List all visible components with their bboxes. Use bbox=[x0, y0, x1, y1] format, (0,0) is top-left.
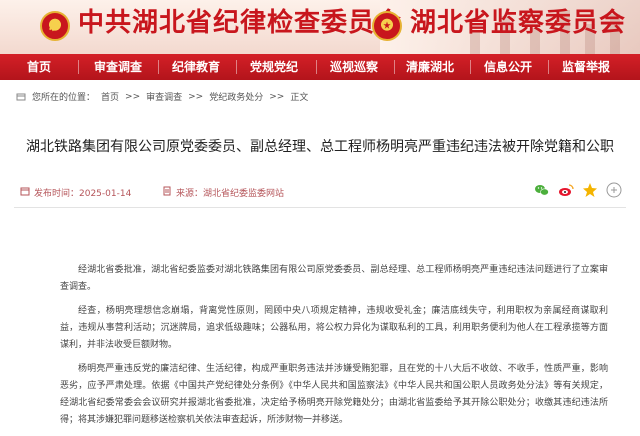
national-emblem-icon bbox=[372, 11, 402, 41]
wechat-icon[interactable] bbox=[534, 182, 550, 198]
nav-item-clean-hubei[interactable]: 清廉湖北 bbox=[402, 54, 458, 80]
breadcrumb-home[interactable]: 首页 bbox=[101, 90, 119, 103]
breadcrumb-prefix: 您所在的位置： bbox=[32, 93, 96, 103]
document-icon bbox=[162, 186, 172, 199]
breadcrumb-current: 正文 bbox=[290, 93, 309, 103]
source-text: 来源：湖北省纪委监委网站 bbox=[176, 189, 285, 199]
nav-item-inspection[interactable]: 巡视巡察 bbox=[326, 54, 382, 80]
site-banner: 中共湖北省纪律检查委员会 湖北省监察委员会 bbox=[0, 0, 640, 54]
article-paragraph: 经湖北省委批准，湖北省纪委监委对湖北铁路集团有限公司原党委委员、副总经理、总工程… bbox=[60, 265, 608, 292]
qzone-icon[interactable] bbox=[582, 182, 598, 198]
article-paragraph: 经查，杨明亮理想信念崩塌，背离党性原则，罔顾中央八项规定精神，违规收受礼金；廉洁… bbox=[60, 306, 608, 350]
breadcrumb: 您所在的位置： 首页 >> 审查调查 >> 党纪政务处分 >> 正文 bbox=[16, 90, 308, 103]
site-title-right: 湖北省监察委员会 bbox=[410, 8, 627, 38]
main-nav: 首页 审查调查 纪律教育 党规党纪 巡视巡察 清廉湖北 信息公开 监督举报 bbox=[0, 54, 640, 80]
article-paragraph: 杨明亮严重违反党的廉洁纪律、生活纪律，构成严重职务违法并涉嫌受贿犯罪，且在党的十… bbox=[60, 364, 608, 425]
calendar-icon bbox=[20, 186, 30, 199]
breadcrumb-sep: >> bbox=[269, 91, 285, 102]
share-bar bbox=[534, 182, 622, 198]
more-share-icon[interactable] bbox=[606, 182, 622, 198]
nav-item-home[interactable]: 首页 bbox=[16, 54, 62, 80]
article-body: 经湖北省委批准，湖北省纪委监委对湖北铁路集团有限公司原党委委员、副总经理、总工程… bbox=[60, 262, 608, 436]
article-source: 来源：湖北省纪委监委网站 bbox=[162, 186, 284, 199]
nav-item-education[interactable]: 纪律教育 bbox=[168, 54, 224, 80]
breadcrumb-discipline[interactable]: 党纪政务处分 bbox=[209, 90, 263, 103]
publish-date-text: 发布时间：2025-01-14 bbox=[34, 189, 132, 199]
publish-date: 发布时间：2025-01-14 bbox=[20, 186, 131, 199]
breadcrumb-sep: >> bbox=[125, 91, 141, 102]
nav-item-info-disclosure[interactable]: 信息公开 bbox=[480, 54, 536, 80]
nav-item-review[interactable]: 审查调查 bbox=[90, 54, 146, 80]
site-title-left: 中共湖北省纪律检查委员会 bbox=[78, 8, 403, 38]
weibo-icon[interactable] bbox=[558, 182, 574, 198]
location-icon bbox=[16, 92, 26, 102]
article-meta: 发布时间：2025-01-14 来源：湖北省纪委监委网站 bbox=[14, 178, 626, 208]
nav-item-rules[interactable]: 党规党纪 bbox=[246, 54, 302, 80]
breadcrumb-sep: >> bbox=[188, 91, 204, 102]
party-emblem-icon bbox=[40, 11, 70, 41]
article-title: 湖北铁路集团有限公司原党委委员、副总经理、总工程师杨明亮严重违纪违法被开除党籍和… bbox=[26, 139, 614, 155]
nav-item-report[interactable]: 监督举报 bbox=[558, 54, 614, 80]
breadcrumb-review[interactable]: 审查调查 bbox=[146, 90, 182, 103]
